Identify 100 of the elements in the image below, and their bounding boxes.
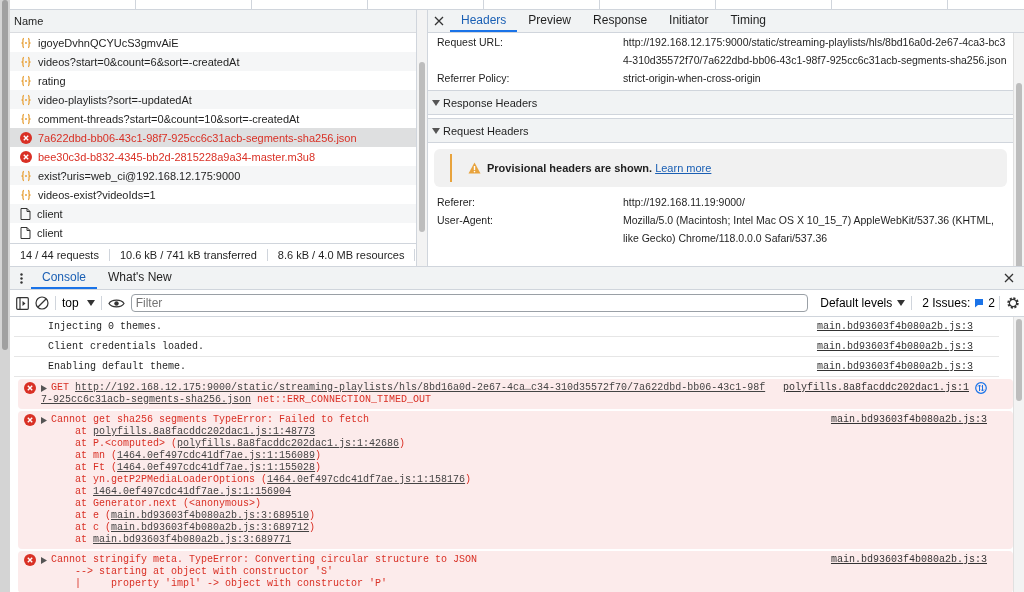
request-row[interactable]: 7a622dbd-bb06-43c1-98f7-925cc6c31acb-segments-sha256.json bbox=[10, 128, 416, 147]
tab[interactable]: What's New bbox=[97, 267, 183, 289]
message-icon bbox=[974, 298, 985, 308]
section-header[interactable]: Request Headers bbox=[428, 118, 1013, 143]
request-row[interactable]: comment-threads?start=0&count=10&sort=-createdAt bbox=[10, 109, 416, 128]
header-value: Mozilla/5.0 (Macintosh; Intel Mac OS X 10_15_7) AppleWebKit/537.36 (KHTML, like Gecko) Chrome/118.0.0.0 Safari/537.36 bbox=[623, 213, 995, 246]
source-link[interactable]: polyfills.8a8facddc202dac1.js:1:42686 bbox=[177, 438, 400, 449]
header-value: http://192.168.11.19:9000/ bbox=[623, 195, 746, 210]
source-link[interactable]: main.bd93603f4b080a2b.js:3 bbox=[830, 414, 987, 426]
header-value: strict-origin-when-cross-origin bbox=[623, 71, 762, 86]
braces-icon bbox=[20, 36, 32, 49]
source-link[interactable]: main.bd93603f4b080a2b.js:3 bbox=[830, 554, 987, 566]
error-text: Cannot stringify meta. TypeError: Converting circular structure to JSON bbox=[51, 554, 479, 566]
source-link[interactable]: 1464.0ef497cdc41df7ae.js:1:155028 bbox=[117, 462, 316, 473]
status-text: 14 / 44 requests bbox=[10, 249, 110, 261]
caret-icon[interactable] bbox=[41, 417, 47, 424]
source-link[interactable]: main.bd93603f4b080a2b.js:3 bbox=[816, 321, 973, 332]
error-text: Cannot get sha256 segments TypeError: Failed to fetch bbox=[51, 414, 371, 426]
warning-text: Provisional headers are shown. Learn more bbox=[487, 162, 712, 174]
error-icon bbox=[24, 554, 36, 566]
source-link[interactable]: 1464.0ef497cdc41df7ae.js:1:156904 bbox=[93, 486, 292, 497]
header-name: Referer: bbox=[437, 195, 476, 210]
context-dropdown[interactable]: top bbox=[55, 296, 102, 310]
tab[interactable]: Timing bbox=[719, 10, 777, 32]
request-row[interactable]: exist?uris=web_ci@192.168.12.175:9000 bbox=[10, 166, 416, 185]
issues-button[interactable]: 2 Issues: 2 bbox=[918, 296, 1000, 310]
source-link[interactable]: 1464.0ef497cdc41df7ae.js:1:156089 bbox=[117, 450, 316, 461]
request-row[interactable]: client bbox=[10, 223, 416, 242]
status-text: 8.6 kB / 4.0 MB resources bbox=[267, 249, 416, 261]
document-icon bbox=[20, 226, 31, 239]
sidebar-toggle-icon[interactable] bbox=[16, 296, 29, 310]
log-message: Enabling default theme. bbox=[48, 361, 188, 372]
document-icon bbox=[20, 207, 31, 220]
request-row[interactable]: bee30c3d-b832-4345-bb2d-2815228a9a34-master.m3u8 bbox=[10, 147, 416, 166]
learn-more-link[interactable]: Learn more bbox=[655, 162, 712, 174]
caret-icon[interactable] bbox=[41, 557, 47, 564]
url-link[interactable]: http://192.168.12.175:9000/static/streaming-playlists/hls/8bd16a0d-2e67-4ca…c34-310d35572f70/7a622dbd-bb06-43c1-98f bbox=[75, 382, 766, 393]
stack-line: at 1464.0ef497cdc41df7ae.js:1:156904 bbox=[74, 486, 293, 498]
caret-icon bbox=[897, 300, 906, 306]
scrollbar[interactable] bbox=[417, 10, 428, 266]
warning-icon bbox=[468, 162, 481, 174]
caret-icon bbox=[86, 300, 95, 306]
settings-icon[interactable] bbox=[1006, 296, 1020, 310]
section-header[interactable]: Response Headers bbox=[428, 90, 1013, 115]
braces-icon bbox=[20, 169, 32, 182]
source-link[interactable]: main.bd93603f4b080a2b.js:3 bbox=[816, 341, 973, 352]
header-name: User-Agent: bbox=[437, 213, 495, 228]
scrollbar[interactable] bbox=[0, 0, 10, 592]
clear-console-icon[interactable] bbox=[35, 296, 49, 310]
error-icon bbox=[20, 131, 32, 144]
source-link[interactable]: 1464.0ef497cdc41df7ae.js:1:158176 bbox=[267, 474, 466, 485]
braces-icon bbox=[20, 74, 32, 87]
error-icon bbox=[24, 382, 36, 394]
network-arrows-icon[interactable] bbox=[975, 382, 987, 394]
braces-icon bbox=[20, 93, 32, 106]
source-link[interactable]: main.bd93603f4b080a2b.js:3:689771 bbox=[93, 534, 292, 545]
request-row[interactable]: video-playlists?sort=-updatedAt bbox=[10, 90, 416, 109]
tab[interactable]: Response bbox=[582, 10, 659, 32]
source-link[interactable]: polyfills.8a8facddc202dac1.js:1:48773 bbox=[93, 426, 316, 437]
source-link[interactable]: main.bd93603f4b080a2b.js:3:689712 bbox=[111, 522, 310, 533]
stack-line: | property 'impl' -> object with constructor 'P' bbox=[74, 578, 389, 590]
error-text: GET http://192.168.12.175:9000/static/streaming-playlists/hls/8bd16a0d-2e67-4ca…c34-310d35572f70/7a622dbd-bb06-43c1-98f bbox=[51, 382, 766, 394]
braces-icon bbox=[20, 112, 32, 125]
eye-icon[interactable] bbox=[107, 297, 125, 309]
tab[interactable]: Initiator bbox=[658, 10, 720, 32]
stack-line: at P.<computed> (polyfills.8a8facddc202dac1.js:1:42686) bbox=[74, 438, 407, 450]
column-header[interactable]: Name bbox=[14, 15, 44, 27]
request-row[interactable]: igoyeDvhnQCYUcS3gmvAiE bbox=[10, 33, 416, 52]
request-row[interactable]: videos?start=0&count=6&sort=-createdAt bbox=[10, 52, 416, 71]
braces-icon bbox=[20, 188, 32, 201]
stack-line: at e (main.bd93603f4b080a2b.js:3:689510) bbox=[74, 510, 317, 522]
url-link[interactable]: 7-925cc6c31acb-segments-sha256.json bbox=[41, 394, 252, 405]
log-levels-dropdown[interactable]: Default levels bbox=[814, 296, 913, 310]
status-text: 10.6 kB / 741 kB transferred bbox=[109, 249, 268, 261]
braces-icon bbox=[20, 55, 32, 68]
scrollbar[interactable] bbox=[1013, 33, 1024, 266]
caret-icon[interactable] bbox=[41, 385, 47, 392]
tab[interactable]: Console bbox=[31, 267, 98, 289]
stack-line: at c (main.bd93603f4b080a2b.js:3:689712) bbox=[74, 522, 317, 534]
stack-line: at main.bd93603f4b080a2b.js:3:689771 bbox=[74, 534, 293, 546]
error-icon bbox=[20, 150, 32, 163]
tab[interactable]: Headers bbox=[450, 10, 518, 32]
request-row[interactable]: rating bbox=[10, 71, 416, 90]
log-message: Injecting 0 themes. bbox=[48, 321, 164, 332]
stack-line: --> starting at object with constructor 'S' bbox=[74, 566, 335, 578]
filter-field[interactable]: Filter bbox=[130, 294, 809, 312]
log-message: Client credentials loaded. bbox=[48, 341, 206, 352]
source-link[interactable]: main.bd93603f4b080a2b.js:3 bbox=[816, 361, 973, 372]
header-name: Request URL: bbox=[437, 35, 504, 50]
request-row[interactable]: client bbox=[10, 204, 416, 223]
error-icon bbox=[24, 414, 36, 426]
source-link[interactable]: main.bd93603f4b080a2b.js:3:689510 bbox=[111, 510, 310, 521]
scrollbar[interactable] bbox=[1013, 317, 1024, 592]
stack-line: at Ft (1464.0ef497cdc41df7ae.js:1:155028) bbox=[74, 462, 323, 474]
source-link[interactable]: polyfills.8a8facddc202dac1.js:1 bbox=[782, 382, 969, 394]
stack-line: at yn.getP2PMediaLoaderOptions (1464.0ef497cdc41df7ae.js:1:158176) bbox=[74, 474, 473, 486]
stack-line: at polyfills.8a8facddc202dac1.js:1:48773 bbox=[74, 426, 317, 438]
tab[interactable]: Preview bbox=[517, 10, 583, 32]
request-row[interactable]: videos-exist?videoIds=1 bbox=[10, 185, 416, 204]
stack-line: at Generator.next (<anonymous>) bbox=[74, 498, 263, 510]
